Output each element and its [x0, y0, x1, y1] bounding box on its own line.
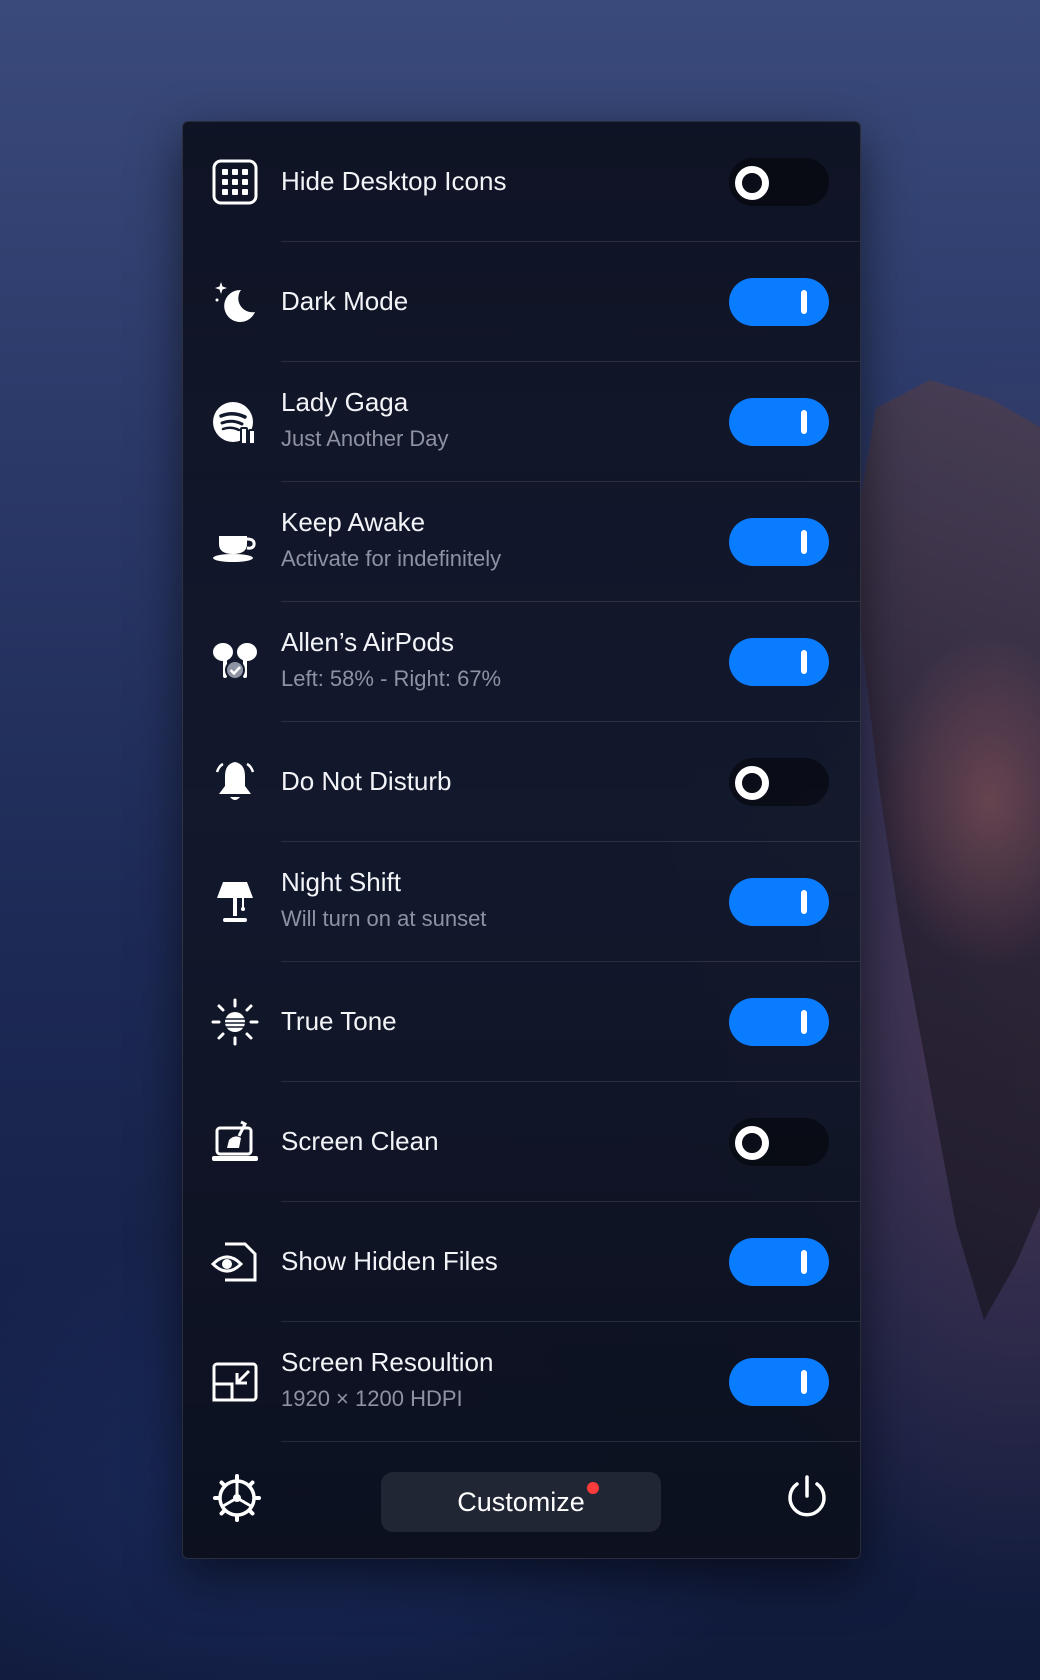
lamp-icon: [211, 878, 259, 926]
airpods-icon: [211, 638, 259, 686]
row-show-hidden-files: Show Hidden Files: [183, 1202, 860, 1322]
row-hide-desktop-icons: Hide Desktop Icons: [183, 122, 860, 242]
power-icon[interactable]: [784, 1474, 830, 1520]
row-screen-resolution: Screen Resoultion 1920 × 1200 HDPI: [183, 1322, 860, 1442]
row-subtitle: Activate for indefinitely: [281, 546, 502, 571]
row-title: True Tone: [281, 1006, 397, 1036]
row-title: Screen Resoultion: [281, 1347, 494, 1377]
airpods-toggle[interactable]: [729, 638, 829, 686]
row-now-playing: Lady Gaga Just Another Day: [183, 362, 860, 482]
notification-badge: [587, 1482, 599, 1494]
row-do-not-disturb: Do Not Disturb: [183, 722, 860, 842]
resolution-subtitle: 1920 × 1200 HDPI: [281, 1386, 463, 1411]
gear-icon[interactable]: [213, 1474, 261, 1522]
keep-awake-toggle[interactable]: [729, 518, 829, 566]
wallpaper-cliff: [852, 380, 1040, 1320]
track-subtitle: Just Another Day: [281, 426, 449, 451]
row-airpods: Allen’s AirPods Left: 58% - Right: 67%: [183, 602, 860, 722]
row-subtitle: Will turn on at sunset: [281, 906, 487, 931]
resize-screen-icon: [211, 1358, 259, 1406]
row-title: Night Shift: [281, 867, 401, 897]
row-title: Keep Awake: [281, 507, 426, 537]
true-tone-toggle[interactable]: [729, 998, 829, 1046]
row-true-tone: True Tone: [183, 962, 860, 1082]
control-panel: Hide Desktop Icons Dark Mode Lady Gaga J…: [182, 121, 861, 1559]
coffee-cup-icon: [211, 518, 259, 566]
track-title: Lady Gaga: [281, 387, 409, 417]
row-title: Hide Desktop Icons: [281, 166, 507, 196]
row-night-shift: Night Shift Will turn on at sunset: [183, 842, 860, 962]
sun-icon: [211, 998, 259, 1046]
moon-stars-icon: [211, 278, 259, 326]
eye-file-icon: [211, 1238, 259, 1286]
hide-desktop-icons-toggle[interactable]: [729, 158, 829, 206]
customize-button[interactable]: Customize: [381, 1472, 661, 1532]
customize-label: Customize: [457, 1487, 585, 1517]
row-title: Allen’s AirPods: [281, 627, 454, 657]
do-not-disturb-toggle[interactable]: [729, 758, 829, 806]
row-keep-awake: Keep Awake Activate for indefinitely: [183, 482, 860, 602]
row-title: Dark Mode: [281, 286, 409, 316]
spotify-icon: [211, 398, 259, 446]
panel-footer: Customize: [183, 1442, 860, 1558]
screen-clean-toggle[interactable]: [729, 1118, 829, 1166]
night-shift-toggle[interactable]: [729, 878, 829, 926]
battery-subtitle: Left: 58% - Right: 67%: [281, 666, 502, 691]
bell-icon: [211, 758, 259, 806]
screen-resolution-toggle[interactable]: [729, 1358, 829, 1406]
row-screen-clean: Screen Clean: [183, 1082, 860, 1202]
row-dark-mode: Dark Mode: [183, 242, 860, 362]
now-playing-toggle[interactable]: [729, 398, 829, 446]
show-hidden-files-toggle[interactable]: [729, 1238, 829, 1286]
dark-mode-toggle[interactable]: [729, 278, 829, 326]
desktop-grid-icon: [211, 158, 259, 206]
row-title: Screen Clean: [281, 1126, 439, 1156]
row-title: Show Hidden Files: [281, 1246, 498, 1276]
row-title: Do Not Disturb: [281, 766, 452, 796]
laptop-brush-icon: [211, 1118, 259, 1166]
